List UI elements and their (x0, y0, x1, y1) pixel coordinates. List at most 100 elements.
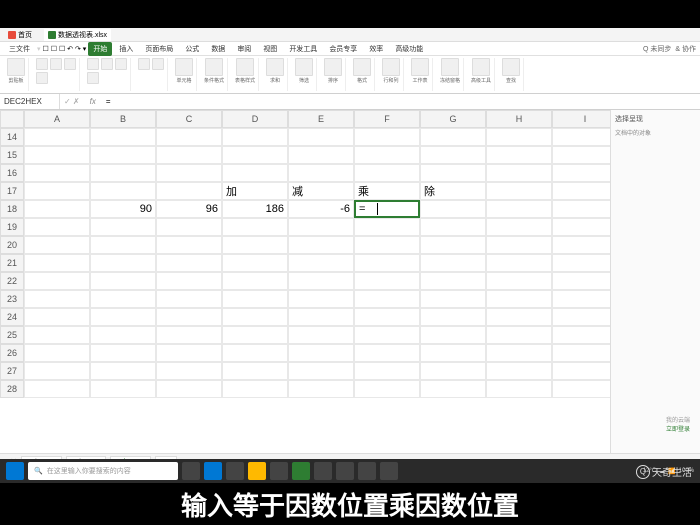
cell-B15[interactable] (90, 146, 156, 164)
cell-C20[interactable] (156, 236, 222, 254)
cell-H14[interactable] (486, 128, 552, 146)
ribbon-freeze[interactable]: 冻结窗格 (437, 58, 464, 91)
name-box[interactable]: DEC2HEX (0, 94, 60, 109)
row-header[interactable]: 19 (0, 218, 24, 236)
cell-I19[interactable] (552, 218, 610, 236)
cell-B28[interactable] (90, 380, 156, 398)
cell-F15[interactable] (354, 146, 420, 164)
cell-H22[interactable] (486, 272, 552, 290)
side-login[interactable]: 立即登录 (666, 424, 690, 433)
tb-app-4[interactable] (248, 462, 266, 480)
cell-D27[interactable] (222, 362, 288, 380)
menu-insert[interactable]: 插入 (114, 42, 138, 56)
row-header[interactable]: 27 (0, 362, 24, 380)
cell-A25[interactable] (24, 326, 90, 344)
cell-C22[interactable] (156, 272, 222, 290)
menu-eff[interactable]: 效率 (364, 42, 388, 56)
cell-B22[interactable] (90, 272, 156, 290)
cell-A15[interactable] (24, 146, 90, 164)
cell-B18[interactable]: 90 (90, 200, 156, 218)
cell-B25[interactable] (90, 326, 156, 344)
col-header[interactable]: H (486, 110, 552, 128)
cell-B16[interactable] (90, 164, 156, 182)
row-header[interactable]: 17 (0, 182, 24, 200)
ribbon-cell[interactable]: 单元格 (172, 58, 197, 91)
cell-D18[interactable]: 186 (222, 200, 288, 218)
formula-input[interactable]: = (102, 97, 700, 106)
menu-adv[interactable]: 高级功能 (390, 42, 428, 56)
cell-A22[interactable] (24, 272, 90, 290)
cell-I17[interactable] (552, 182, 610, 200)
ribbon-rowcol[interactable]: 行和列 (379, 58, 404, 91)
cell-F22[interactable] (354, 272, 420, 290)
cell-E18[interactable]: -6 (288, 200, 354, 218)
cell-G22[interactable] (420, 272, 486, 290)
cell-C18[interactable]: 96 (156, 200, 222, 218)
cell-F21[interactable] (354, 254, 420, 272)
cell-G26[interactable] (420, 344, 486, 362)
sync-status[interactable]: Q 未同步 (643, 44, 671, 54)
cell-G20[interactable] (420, 236, 486, 254)
cell-D16[interactable] (222, 164, 288, 182)
menu-formula[interactable]: 公式 (180, 42, 204, 56)
cell-D23[interactable] (222, 290, 288, 308)
row-header[interactable]: 18 (0, 200, 24, 218)
menu-review[interactable]: 审阅 (232, 42, 256, 56)
cell-B20[interactable] (90, 236, 156, 254)
cell-G27[interactable] (420, 362, 486, 380)
cell-I14[interactable] (552, 128, 610, 146)
cell-D14[interactable] (222, 128, 288, 146)
cell-B21[interactable] (90, 254, 156, 272)
cell-A14[interactable] (24, 128, 90, 146)
cell-G14[interactable] (420, 128, 486, 146)
ribbon-find[interactable]: 查找 (499, 58, 524, 91)
cell-H19[interactable] (486, 218, 552, 236)
cell-H20[interactable] (486, 236, 552, 254)
row-header[interactable]: 22 (0, 272, 24, 290)
cell-E28[interactable] (288, 380, 354, 398)
cell-D15[interactable] (222, 146, 288, 164)
ribbon-style[interactable]: 表格样式 (232, 58, 259, 91)
menu-data[interactable]: 数据 (206, 42, 230, 56)
row-header[interactable]: 16 (0, 164, 24, 182)
tb-app-10[interactable] (380, 462, 398, 480)
cell-E15[interactable] (288, 146, 354, 164)
cell-E22[interactable] (288, 272, 354, 290)
cell-D21[interactable] (222, 254, 288, 272)
row-header[interactable]: 15 (0, 146, 24, 164)
cell-A18[interactable] (24, 200, 90, 218)
cell-C14[interactable] (156, 128, 222, 146)
cell-C25[interactable] (156, 326, 222, 344)
cell-I18[interactable] (552, 200, 610, 218)
cell-F17[interactable]: 乘 (354, 182, 420, 200)
cell-C15[interactable] (156, 146, 222, 164)
cell-I22[interactable] (552, 272, 610, 290)
cell-C27[interactable] (156, 362, 222, 380)
ribbon-cond[interactable]: 条件格式 (201, 58, 228, 91)
col-header[interactable]: F (354, 110, 420, 128)
cell-E23[interactable] (288, 290, 354, 308)
fx-icon[interactable]: fx (84, 97, 102, 106)
cell-G16[interactable] (420, 164, 486, 182)
cell-C17[interactable] (156, 182, 222, 200)
cell-E26[interactable] (288, 344, 354, 362)
cell-C23[interactable] (156, 290, 222, 308)
cell-A16[interactable] (24, 164, 90, 182)
cell-C26[interactable] (156, 344, 222, 362)
cell-E27[interactable] (288, 362, 354, 380)
cell-D26[interactable] (222, 344, 288, 362)
row-header[interactable]: 25 (0, 326, 24, 344)
ribbon-sum[interactable]: 求和 (263, 58, 288, 91)
cell-I26[interactable] (552, 344, 610, 362)
menu-start[interactable]: 开始 (88, 42, 112, 56)
cell-C16[interactable] (156, 164, 222, 182)
ribbon-sort[interactable]: 排序 (321, 58, 346, 91)
cell-D20[interactable] (222, 236, 288, 254)
ribbon-num[interactable] (135, 58, 168, 91)
cell-C28[interactable] (156, 380, 222, 398)
cell-G17[interactable]: 除 (420, 182, 486, 200)
cell-I16[interactable] (552, 164, 610, 182)
cell-D19[interactable] (222, 218, 288, 236)
row-header[interactable]: 24 (0, 308, 24, 326)
tb-app-7[interactable] (314, 462, 332, 480)
